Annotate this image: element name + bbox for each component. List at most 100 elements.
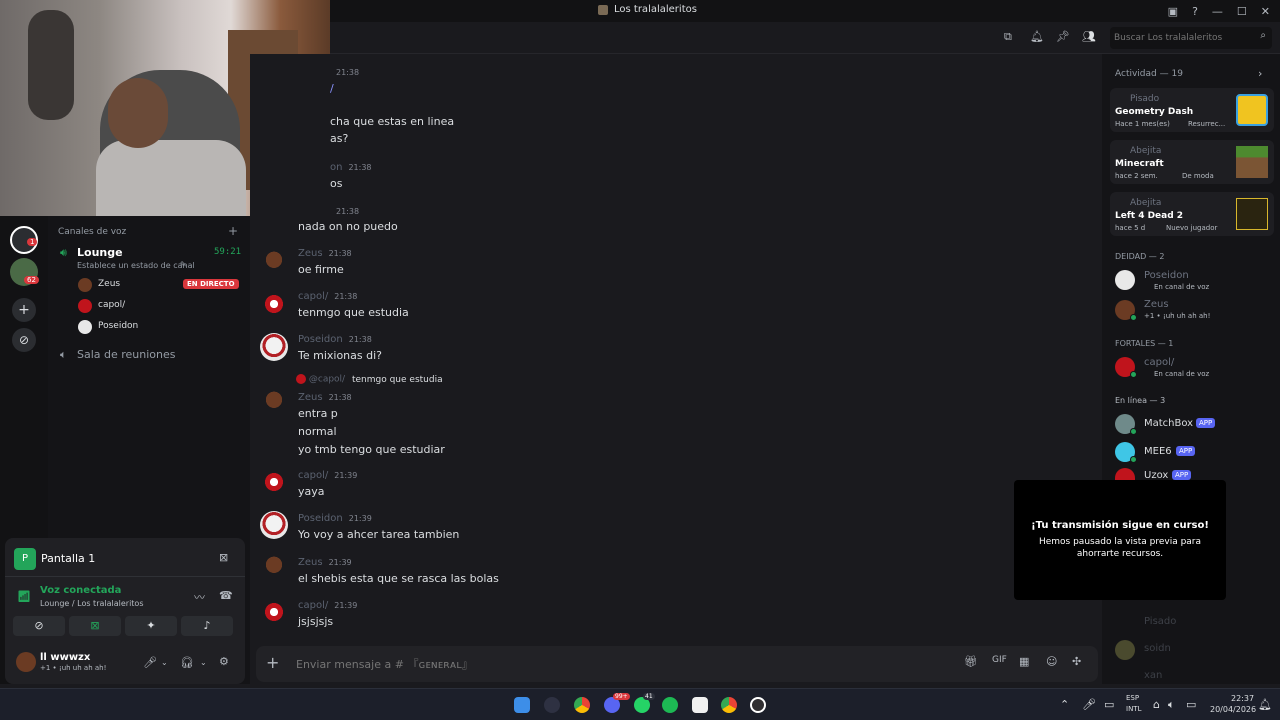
disconnect-icon[interactable]: ☎︎ xyxy=(219,589,233,602)
avatar[interactable] xyxy=(1115,468,1135,480)
windows-start-icon[interactable] xyxy=(514,697,530,713)
network-icon[interactable]: ⌂ xyxy=(1153,698,1160,711)
channel-lounge[interactable]: Lounge xyxy=(77,246,123,259)
chevron-right-icon[interactable]: › xyxy=(1258,67,1262,80)
sticker-icon[interactable]: ▦ xyxy=(1019,655,1029,668)
avatar[interactable] xyxy=(260,333,288,361)
chevron-down-icon[interactable]: ⌄ xyxy=(161,658,168,667)
message-author[interactable]: Poseidon xyxy=(298,334,343,345)
mic-icon[interactable]: 🎤︎ xyxy=(143,656,157,669)
chrome-icon[interactable] xyxy=(574,697,590,713)
chevron-up-icon[interactable]: ⌃ xyxy=(1060,698,1069,711)
bell-icon[interactable]: 🔔︎ xyxy=(1030,30,1044,43)
cast-icon[interactable]: ▭ xyxy=(1104,698,1114,711)
gif-icon[interactable]: GIF xyxy=(992,655,1007,665)
activity-card[interactable]: Pisado Geometry Dash Hace 1 mes(es) Resu… xyxy=(1110,88,1274,132)
noise-suppression-icon[interactable]: 〰 xyxy=(194,589,205,605)
avatar[interactable] xyxy=(260,598,288,626)
member-name[interactable]: capol/ xyxy=(1144,357,1174,368)
avatar[interactable] xyxy=(260,390,288,418)
member-name[interactable]: MatchBox xyxy=(1144,418,1193,429)
message-author[interactable]: Zeus xyxy=(298,557,323,568)
avatar[interactable] xyxy=(260,290,288,318)
help-icon[interactable]: ? xyxy=(1192,5,1198,18)
message-author[interactable]: capol/ xyxy=(298,470,328,481)
edit-icon[interactable]: ✎ xyxy=(180,260,187,269)
channel-sala[interactable]: Sala de reuniones xyxy=(77,348,176,361)
add-attachment-icon[interactable]: + xyxy=(266,653,279,672)
message-author[interactable]: Poseidon xyxy=(298,513,343,524)
close-stream-icon[interactable]: ⊠ xyxy=(219,551,228,564)
obs-icon[interactable] xyxy=(750,697,766,713)
mic-icon[interactable]: 🎤︎ xyxy=(1082,698,1096,711)
voice-section-label[interactable]: Canales de voz xyxy=(58,227,126,237)
steam-icon[interactable] xyxy=(692,697,708,713)
discover-icon[interactable]: ⊘ xyxy=(12,328,36,352)
pin-icon[interactable]: 📌︎ xyxy=(1056,30,1070,43)
message-author[interactable]: Zeus xyxy=(298,248,323,259)
avatar[interactable] xyxy=(260,468,288,496)
emoji-icon[interactable]: ☺ xyxy=(1046,655,1057,668)
maximize-icon[interactable]: ☐ xyxy=(1237,5,1247,18)
close-icon[interactable]: ✕ xyxy=(1261,5,1270,18)
username[interactable]: ll wwwzx xyxy=(40,652,90,663)
reply-preview[interactable]: @capol/ tenmgo que estudia xyxy=(280,374,443,385)
message-author[interactable]: on xyxy=(330,162,342,173)
search-input[interactable] xyxy=(1114,30,1252,46)
activity-card[interactable]: Abejita Minecraft hace 2 sem. De moda xyxy=(1110,140,1274,184)
member-name[interactable]: MEE6 xyxy=(1144,446,1172,457)
message-author[interactable]: capol/ xyxy=(298,600,328,611)
voice-user-poseidon[interactable]: Poseidon xyxy=(98,321,138,331)
notifications-icon[interactable]: 🔔︎ xyxy=(1258,698,1272,711)
add-server-icon[interactable]: + xyxy=(12,298,36,322)
gift-icon[interactable]: 🎁︎ xyxy=(964,655,978,668)
avatar[interactable] xyxy=(1115,640,1135,660)
member-name[interactable]: Zeus xyxy=(1144,299,1169,310)
minimize-icon[interactable]: — xyxy=(1212,5,1223,18)
app-badge: APP xyxy=(1172,470,1192,480)
user-status[interactable]: +1 • ¡uh uh ah ah! xyxy=(40,664,106,672)
members-icon[interactable]: 👥︎ xyxy=(1082,30,1096,43)
apps-icon[interactable]: ✣ xyxy=(1072,655,1081,668)
voice-status[interactable]: Voz conectada xyxy=(40,585,121,596)
member-name[interactable]: Poseidon xyxy=(1144,270,1189,281)
soundboard-button[interactable]: ♪ xyxy=(181,616,233,636)
camera-button[interactable]: ⊘ xyxy=(13,616,65,636)
avatar[interactable] xyxy=(260,555,288,583)
voice-location[interactable]: Lounge / Los tralalaleritos xyxy=(40,599,144,608)
spotify-icon[interactable] xyxy=(662,697,678,713)
member-name[interactable]: xan xyxy=(1144,670,1162,681)
language-label[interactable]: ESP xyxy=(1126,694,1139,702)
copilot-icon[interactable] xyxy=(544,697,560,713)
avatar[interactable] xyxy=(260,250,288,278)
chrome-profile-icon[interactable] xyxy=(721,697,737,713)
message-author[interactable]: capol/ xyxy=(298,291,328,302)
activity-card[interactable]: Abejita Left 4 Dead 2 hace 5 d Nuevo jug… xyxy=(1110,192,1274,236)
search-box[interactable]: ⌕ xyxy=(1110,27,1272,49)
clock-date[interactable]: 20/04/2026 xyxy=(1210,705,1256,714)
voice-user-capol[interactable]: capol/ xyxy=(98,300,125,310)
battery-icon[interactable]: ▭ xyxy=(1186,698,1196,711)
headphones-icon[interactable]: 🎧︎ xyxy=(180,656,194,669)
activities-button[interactable]: ✦ xyxy=(125,616,177,636)
inbox-icon[interactable]: ▣ xyxy=(1168,5,1178,18)
gear-icon[interactable]: ⚙ xyxy=(219,655,229,668)
volume-icon[interactable]: 🔈︎ xyxy=(1168,698,1175,712)
threads-icon[interactable]: ⧉ xyxy=(1004,30,1012,44)
clock-time[interactable]: 22:37 xyxy=(1231,694,1254,703)
avatar[interactable] xyxy=(1115,270,1135,290)
channel-status-prompt[interactable]: Establece un estado de canal xyxy=(77,261,195,270)
chevron-down-icon[interactable]: ⌄ xyxy=(200,658,207,667)
avatar[interactable] xyxy=(260,511,288,539)
screen-share-button[interactable]: ⊠ xyxy=(69,616,121,636)
member-name[interactable]: Pisado xyxy=(1144,616,1176,627)
keyboard-layout-label[interactable]: INTL xyxy=(1126,705,1141,713)
voice-user-zeus[interactable]: Zeus xyxy=(98,279,120,289)
message-text: / xyxy=(330,82,334,95)
stream-toast[interactable]: ¡Tu transmisión sigue en curso! Hemos pa… xyxy=(1014,480,1226,600)
add-channel-icon[interactable]: + xyxy=(228,224,238,238)
member-name[interactable]: soidn xyxy=(1144,643,1171,654)
avatar[interactable] xyxy=(16,652,36,672)
message-input[interactable] xyxy=(296,655,896,673)
message-author[interactable]: Zeus xyxy=(298,392,323,403)
